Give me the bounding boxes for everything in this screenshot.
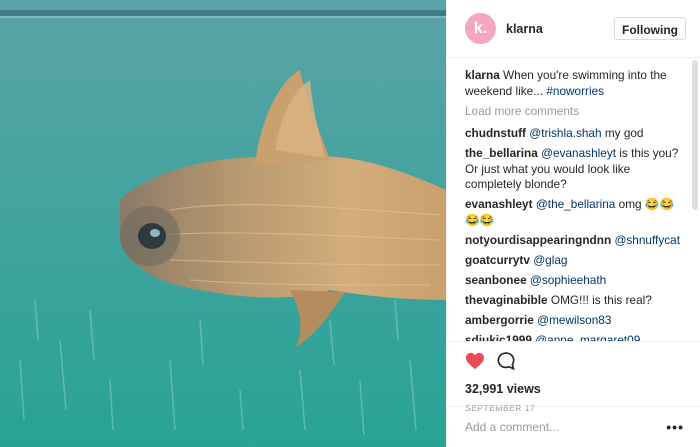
- comment-mention[interactable]: @the_bellarina: [536, 197, 616, 211]
- comment-username[interactable]: the_bellarina: [465, 146, 538, 160]
- comment-username[interactable]: seanbonee: [465, 273, 527, 287]
- comment-username[interactable]: goatcurrytv: [465, 253, 530, 267]
- post-modal: k. klarna Following klarna When you're s…: [0, 0, 700, 447]
- comment-username[interactable]: chudnstuff: [465, 126, 526, 140]
- comment-mention[interactable]: @evanashleyt: [541, 146, 616, 160]
- caption-username[interactable]: klarna: [465, 68, 500, 82]
- post-username[interactable]: klarna: [506, 22, 614, 36]
- comment-username[interactable]: notyourdisappearingndnn: [465, 233, 611, 247]
- avatar-letter: k.: [473, 19, 488, 37]
- comment-row: the_bellarina @evanashleyt is this you? …: [465, 146, 682, 193]
- comment-row: sdjukic1999 @anne_margaret09: [465, 333, 682, 342]
- caption: klarna When you're swimming into the wee…: [465, 68, 682, 99]
- comment-text: my god: [604, 126, 644, 140]
- add-comment-input[interactable]: [465, 420, 667, 434]
- more-options-icon[interactable]: •••: [666, 419, 684, 435]
- load-more-comments-link[interactable]: Load more comments: [465, 104, 682, 118]
- comment-row: seanbonee @sophieehath: [465, 273, 682, 289]
- add-comment-bar: •••: [447, 406, 700, 447]
- comment-row: chudnstuff @trishla.shah my god: [465, 126, 682, 142]
- view-count: 32,991 views: [465, 382, 541, 396]
- heart-icon[interactable]: [465, 352, 485, 373]
- comment-row: goatcurrytv @glag: [465, 253, 682, 269]
- comment-username[interactable]: thevaginabible: [465, 293, 548, 307]
- comment-row: evanashleyt @the_bellarina omg 😂😂😂😂: [465, 197, 682, 228]
- comment-mention[interactable]: @glag: [533, 253, 567, 267]
- post-header: k. klarna Following: [447, 0, 700, 58]
- comment-mention[interactable]: @shnuffycat: [614, 233, 680, 247]
- following-button[interactable]: Following: [614, 17, 686, 40]
- comment-row: notyourdisappearingndnn @shnuffycat: [465, 233, 682, 249]
- comment-mention[interactable]: @mewilson83: [537, 313, 611, 327]
- comment-text: OMG!!! is this real?: [550, 292, 652, 307]
- avatar[interactable]: k.: [465, 13, 496, 44]
- comments-list: klarna When you're swimming into the wee…: [447, 58, 700, 341]
- comment-username[interactable]: sdjukic1999: [465, 333, 532, 342]
- post-side-panel: k. klarna Following klarna When you're s…: [446, 0, 700, 447]
- comment-mention[interactable]: @trishla.shah: [529, 126, 601, 140]
- comment-username[interactable]: evanashleyt: [465, 197, 533, 211]
- comment-row: thevaginabible OMG!!! is this real?: [465, 293, 682, 309]
- caption-hashtag[interactable]: #noworries: [546, 84, 604, 98]
- comment-row: ambergorrie @mewilson83: [465, 313, 682, 329]
- dog-swimming-illustration: [0, 0, 446, 447]
- post-photo[interactable]: [0, 0, 446, 447]
- comment-icon[interactable]: [496, 351, 516, 374]
- comment-mention[interactable]: @sophieehath: [530, 273, 606, 287]
- comment-username[interactable]: ambergorrie: [465, 313, 534, 327]
- comments-scrollbar[interactable]: [692, 60, 698, 210]
- comment-mention[interactable]: @anne_margaret09: [535, 333, 640, 342]
